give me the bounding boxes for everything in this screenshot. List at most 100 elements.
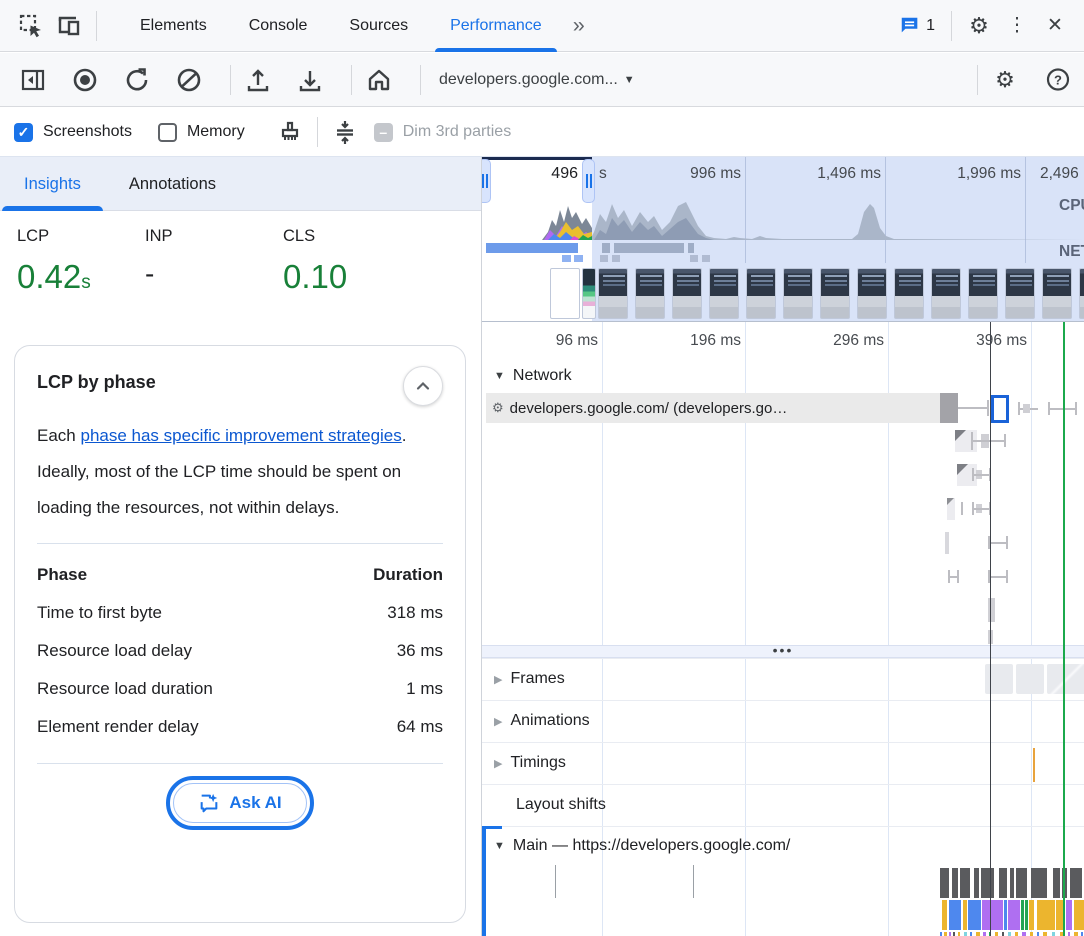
track-main[interactable]: ▼ Main — https://developers.google.com/: [482, 828, 1084, 864]
track-layout-shifts[interactable]: Layout shifts: [482, 784, 1084, 826]
frame-thumbnail[interactable]: [1047, 664, 1084, 694]
timeline-playhead[interactable]: [990, 322, 991, 936]
filmstrip-thumbnail[interactable]: [582, 268, 596, 319]
selection-right-handle[interactable]: [582, 159, 595, 203]
memory-label: Memory: [187, 123, 245, 141]
record-button[interactable]: [66, 61, 104, 99]
screenshots-checkbox[interactable]: ✓ Screenshots: [14, 123, 132, 142]
phase-duration: 64 ms: [397, 708, 443, 746]
chevron-up-icon: [414, 377, 432, 395]
filmstrip-thumbnail[interactable]: [894, 268, 924, 319]
gear-icon: ⚙: [492, 400, 504, 416]
overview-ruler-tick: 1,496 ms: [789, 165, 881, 183]
dim-third-parties-checkbox[interactable]: – Dim 3rd parties: [374, 123, 511, 142]
issues-bubble-icon: [899, 15, 921, 37]
checkbox-empty-icon: [158, 123, 177, 142]
load-profile-button[interactable]: [239, 61, 277, 99]
settings-button[interactable]: ⚙: [960, 7, 998, 45]
filmstrip-thumbnail[interactable]: [857, 268, 887, 319]
frame-thumbnail[interactable]: [1016, 664, 1044, 694]
network-request-bar[interactable]: ⚙ developers.google.com/ (developers.go…: [486, 393, 940, 423]
flame-chart-tick: [995, 932, 998, 936]
selected-network-request[interactable]: [991, 395, 1009, 423]
toggle-sidebar-button[interactable]: [14, 61, 52, 99]
filmstrip-thumbnail[interactable]: [931, 268, 961, 319]
flame-chart-tick: [1068, 932, 1070, 936]
filmstrip-thumbnail[interactable]: [672, 268, 702, 319]
filmstrip-thumbnail[interactable]: [550, 268, 580, 319]
network-overview-bar: [600, 255, 608, 262]
tab-console[interactable]: Console: [228, 0, 329, 52]
performance-toolbar: developers.google.com... ▼ ⚙ ?: [0, 53, 1084, 107]
tab-performance[interactable]: Performance: [429, 0, 563, 52]
filmstrip-thumbnail[interactable]: [635, 268, 665, 319]
filmstrip-thumbnail[interactable]: [709, 268, 739, 319]
memory-checkbox[interactable]: Memory: [158, 123, 245, 142]
tab-sources[interactable]: Sources: [328, 0, 429, 52]
network-overview-bar: [702, 255, 710, 262]
network-request-bar-small[interactable]: [1023, 404, 1030, 413]
filmstrip-thumbnail[interactable]: [1005, 268, 1035, 319]
card-description: Each phase has specific improvement stra…: [37, 418, 443, 526]
more-tabs-icon[interactable]: ››: [563, 14, 593, 38]
sidebar-tab-strip: Insights Annotations: [0, 157, 481, 211]
inp-value[interactable]: -: [145, 258, 283, 290]
inspect-element-button[interactable]: [12, 7, 50, 45]
collect-garbage-button[interactable]: [271, 113, 309, 151]
network-overview-bar: [486, 243, 578, 253]
lcp-value[interactable]: 0.42s: [17, 258, 145, 296]
capture-settings-button[interactable]: ⚙: [986, 61, 1024, 99]
flame-chart-tick: [1043, 932, 1047, 936]
phase-column-header: Phase: [37, 556, 87, 594]
device-toolbar-button[interactable]: [50, 7, 88, 45]
filmstrip-thumbnail[interactable]: [746, 268, 776, 319]
record-and-reload-button[interactable]: [118, 61, 156, 99]
filmstrip-thumbnail[interactable]: [820, 268, 850, 319]
filmstrip-thumbnail[interactable]: [783, 268, 813, 319]
description-text: Each: [37, 426, 80, 445]
triangle-right-icon[interactable]: ▶: [494, 715, 502, 728]
tab-insights[interactable]: Insights: [0, 157, 105, 211]
filmstrip-thumbnail[interactable]: [1079, 268, 1084, 319]
track-network[interactable]: ▼ Network: [482, 360, 1084, 392]
insights-sidebar: Insights Annotations LCP 0.42s INP - CLS…: [0, 157, 482, 936]
tab-elements[interactable]: Elements: [119, 0, 228, 52]
filmstrip-thumbnail[interactable]: [968, 268, 998, 319]
phase-strategies-link[interactable]: phase has specific improvement strategie…: [80, 426, 401, 445]
issues-counter[interactable]: 1: [891, 15, 943, 37]
triangle-down-icon[interactable]: ▼: [494, 370, 505, 382]
save-profile-button[interactable]: [291, 61, 329, 99]
ask-ai-button[interactable]: Ask AI: [166, 776, 313, 830]
flame-chart-tick: [1074, 932, 1078, 936]
devtools-tab-bar: Elements Console Sources Performance ›› …: [0, 0, 1084, 52]
filmstrip-thumbnail[interactable]: [598, 268, 628, 319]
timeline-overview[interactable]: 496 s 996 ms 1,496 ms 1,996 ms 2,496 ms: [482, 157, 1084, 322]
network-request-bar[interactable]: [947, 498, 955, 520]
close-devtools-button[interactable]: ✕: [1036, 7, 1074, 45]
network-track-resizer[interactable]: •••: [482, 645, 1084, 658]
timing-marker[interactable]: [1033, 748, 1035, 782]
filmstrip-thumbnail[interactable]: [1042, 268, 1072, 319]
menu-button[interactable]: ⋮: [998, 7, 1036, 45]
timeline-main[interactable]: 96 ms 196 ms 296 ms 396 ms ▼ Network ⚙ d…: [482, 322, 1084, 936]
recorded-page-selector[interactable]: developers.google.com... ▼: [429, 71, 645, 89]
network-overview-band: [482, 240, 1084, 265]
divider: [317, 117, 318, 147]
help-button[interactable]: ?: [1038, 61, 1076, 99]
home-icon: [366, 67, 392, 93]
network-request-cap[interactable]: [940, 393, 958, 423]
network-whisker: [957, 570, 959, 583]
record-icon: [71, 66, 99, 94]
tab-annotations[interactable]: Annotations: [105, 157, 240, 211]
live-metrics-button[interactable]: [360, 61, 398, 99]
cpu-band-label: CPU: [1059, 197, 1084, 215]
triangle-down-icon[interactable]: ▼: [494, 840, 505, 852]
collapse-card-button[interactable]: [403, 366, 443, 406]
shortcuts-dialog-button[interactable]: [326, 113, 364, 151]
cls-value[interactable]: 0.10: [283, 258, 481, 296]
clear-button[interactable]: [170, 61, 208, 99]
divider: [96, 11, 97, 41]
network-request-bar[interactable]: [945, 532, 949, 554]
track-animations[interactable]: ▶ Animations: [482, 700, 1084, 742]
selection-left-handle[interactable]: [482, 159, 491, 203]
